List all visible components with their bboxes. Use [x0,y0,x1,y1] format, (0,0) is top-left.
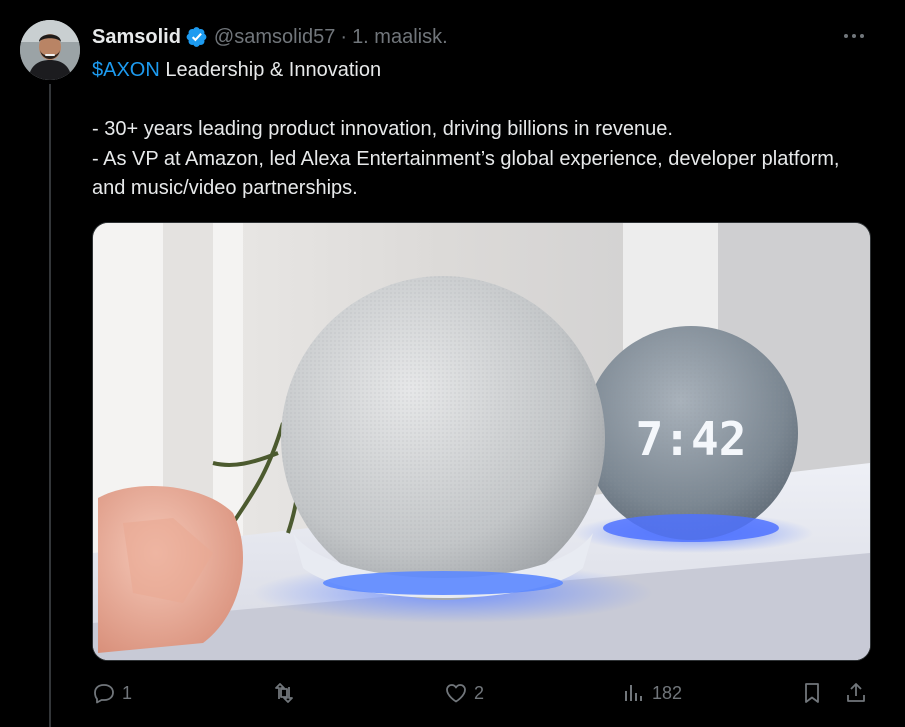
bookmark-button[interactable] [800,676,824,710]
headline-text: Leadership & Innovation [159,59,382,81]
tweet-image[interactable]: 7:42 [92,222,871,661]
like-button[interactable]: 2 [444,676,484,710]
repost-icon [275,683,293,703]
tweet-line-1: - 30+ years leading product innovation, … [92,118,673,140]
views-button[interactable]: 182 [622,676,682,710]
views-icon [625,685,642,701]
tweet-line-2: - As VP at Amazon, led Alexa Entertainme… [92,147,840,200]
heart-icon [446,684,466,703]
separator-dot: · [340,25,348,48]
tweet-text: $AXON Leadership & Innovation - 30+ year… [92,56,872,204]
tweet-headline: $AXON Leadership & Innovation [92,56,872,86]
tweet[interactable]: Samsolid @samsolid57 · 1. maalisk. $AXON… [0,0,905,727]
reply-button[interactable]: 1 [92,676,132,710]
share-icon [847,683,865,702]
tweet-date[interactable]: 1. maalisk. [352,26,448,49]
views-count: 182 [652,682,683,703]
verified-badge-icon [186,27,207,47]
share-button[interactable] [844,676,868,710]
bookmark-icon [805,683,819,703]
tweet-header: Samsolid @samsolid57 · 1. maalisk. [92,24,448,50]
smart-speakers-photo: 7:42 [93,223,870,660]
tweet-actions: 1 2 182 [92,676,872,710]
more-options-icon[interactable] [841,26,867,46]
clock-display: 7:42 [636,412,747,466]
like-count: 2 [474,682,485,703]
cashtag-link[interactable]: $AXON [92,59,160,81]
reply-icon [94,684,114,704]
author-handle[interactable]: @samsolid57 [214,26,335,49]
reply-count: 1 [122,682,133,703]
avatar[interactable] [20,20,80,80]
repost-button[interactable] [272,676,302,710]
author-name[interactable]: Samsolid [92,26,181,49]
avatar-image [20,20,80,80]
thread-line [49,84,51,727]
